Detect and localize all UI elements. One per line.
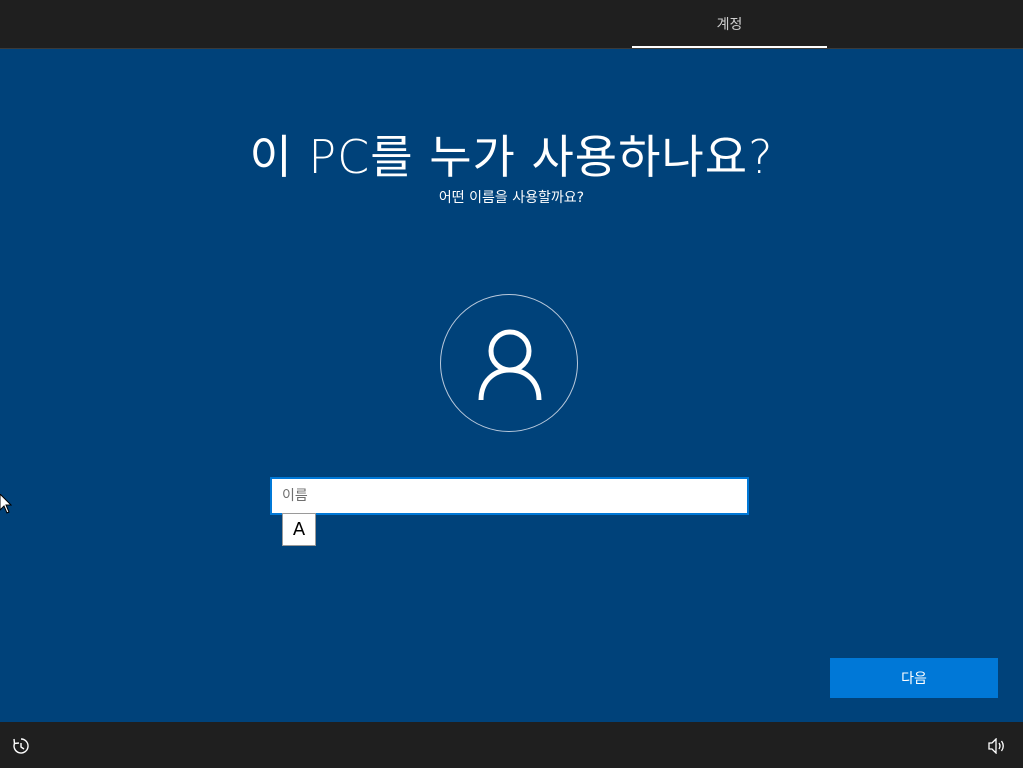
page-title: 이 PC를 누가 사용하나요?: [249, 130, 774, 184]
ime-mode-indicator[interactable]: A: [282, 513, 316, 546]
oobe-main-panel: 이 PC를 누가 사용하나요? 어떤 이름을 사용할까요? A 다음: [0, 49, 1023, 722]
user-icon: [478, 329, 542, 401]
top-bar: 계정: [0, 0, 1023, 49]
bottom-bar: [0, 722, 1023, 768]
page-subtitle: 어떤 이름을 사용할까요?: [438, 190, 585, 206]
name-input[interactable]: [270, 477, 749, 515]
ease-of-access-icon[interactable]: [12, 737, 30, 755]
volume-icon[interactable]: [988, 738, 1006, 754]
tab-account[interactable]: 계정: [632, 0, 827, 48]
mouse-cursor-icon: [0, 494, 12, 514]
next-button[interactable]: 다음: [830, 658, 998, 698]
avatar: [440, 294, 578, 432]
